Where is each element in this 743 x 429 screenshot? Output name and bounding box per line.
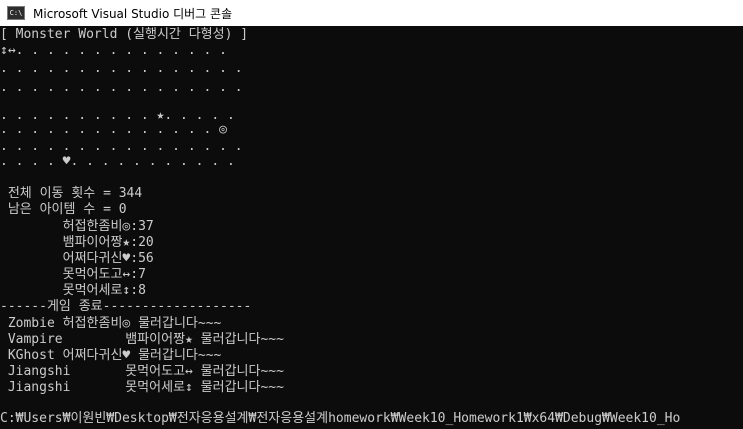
console-line-zombie-score: 허접한좀비◎:37 bbox=[0, 219, 154, 234]
console-line-vampire-exit: Vampire 뱀파이어짱★ 물러갑니다~~~ bbox=[0, 332, 284, 347]
console-line-jiangshi-v-exit: Jiangshi 못먹어세로↕ 물러갑니다~~~ bbox=[0, 380, 284, 395]
console-line-header: [ Monster World (실행시간 다형성) ] bbox=[0, 27, 249, 42]
console-line-exit-path: C:₩Users₩이원빈₩Desktop₩전자응용설계₩전자응용설계homewo… bbox=[0, 411, 681, 426]
console-line-zombie-exit: Zombie 허접한좀비◎ 물러갑니다~~~ bbox=[0, 316, 222, 331]
console-line-items-left: 남은 아이템 수 = 0 bbox=[0, 202, 127, 217]
console-line-jiangshi-h-score: 못먹어도고↔:7 bbox=[0, 267, 146, 282]
console-line-grid-7: . . . . ♥. . . . . . . . . . . bbox=[0, 154, 235, 169]
console-line-grid-6: . . . . . . . . . . . . . . . . bbox=[0, 139, 243, 154]
console-line-grid-1: ↕↔. . . . . . . . . . . . . . bbox=[0, 43, 227, 58]
console-line-grid-5: . . . . . . . . . . . . . . ◎ bbox=[0, 122, 227, 137]
console-line-ghost-exit: KGhost 어쩌다귀신♥ 물러갑니다~~~ bbox=[0, 348, 222, 363]
title-bar: C:\ Microsoft Visual Studio 디버그 콘솔 bbox=[0, 0, 743, 26]
window-title: Microsoft Visual Studio 디버그 콘솔 bbox=[33, 6, 233, 21]
console-line-game-over: ------게임 종료------------------- bbox=[0, 299, 252, 314]
console-line-jiangshi-v-score: 못먹어세로↕:8 bbox=[0, 283, 146, 298]
console-app-icon: C:\ bbox=[7, 6, 25, 20]
console-line-total-moves: 전체 이동 횟수 = 344 bbox=[0, 186, 143, 201]
console-line-vampire-score: 뱀파이어짱★:20 bbox=[0, 235, 154, 250]
console-line-ghost-score: 어쩌다귀신♥:56 bbox=[0, 251, 154, 266]
console-line-jiangshi-h-exit: Jiangshi 못먹어도고↔ 물러갑니다~~~ bbox=[0, 364, 284, 379]
console-line-grid-3: . . . . . . . . . . . . . . . . bbox=[0, 80, 243, 95]
console-line-grid-2: . . . . . . . . . . . . . . . . bbox=[0, 61, 243, 76]
console-output[interactable]: [ Monster World (실행시간 다형성) ] ↕↔. . . . .… bbox=[0, 26, 743, 429]
